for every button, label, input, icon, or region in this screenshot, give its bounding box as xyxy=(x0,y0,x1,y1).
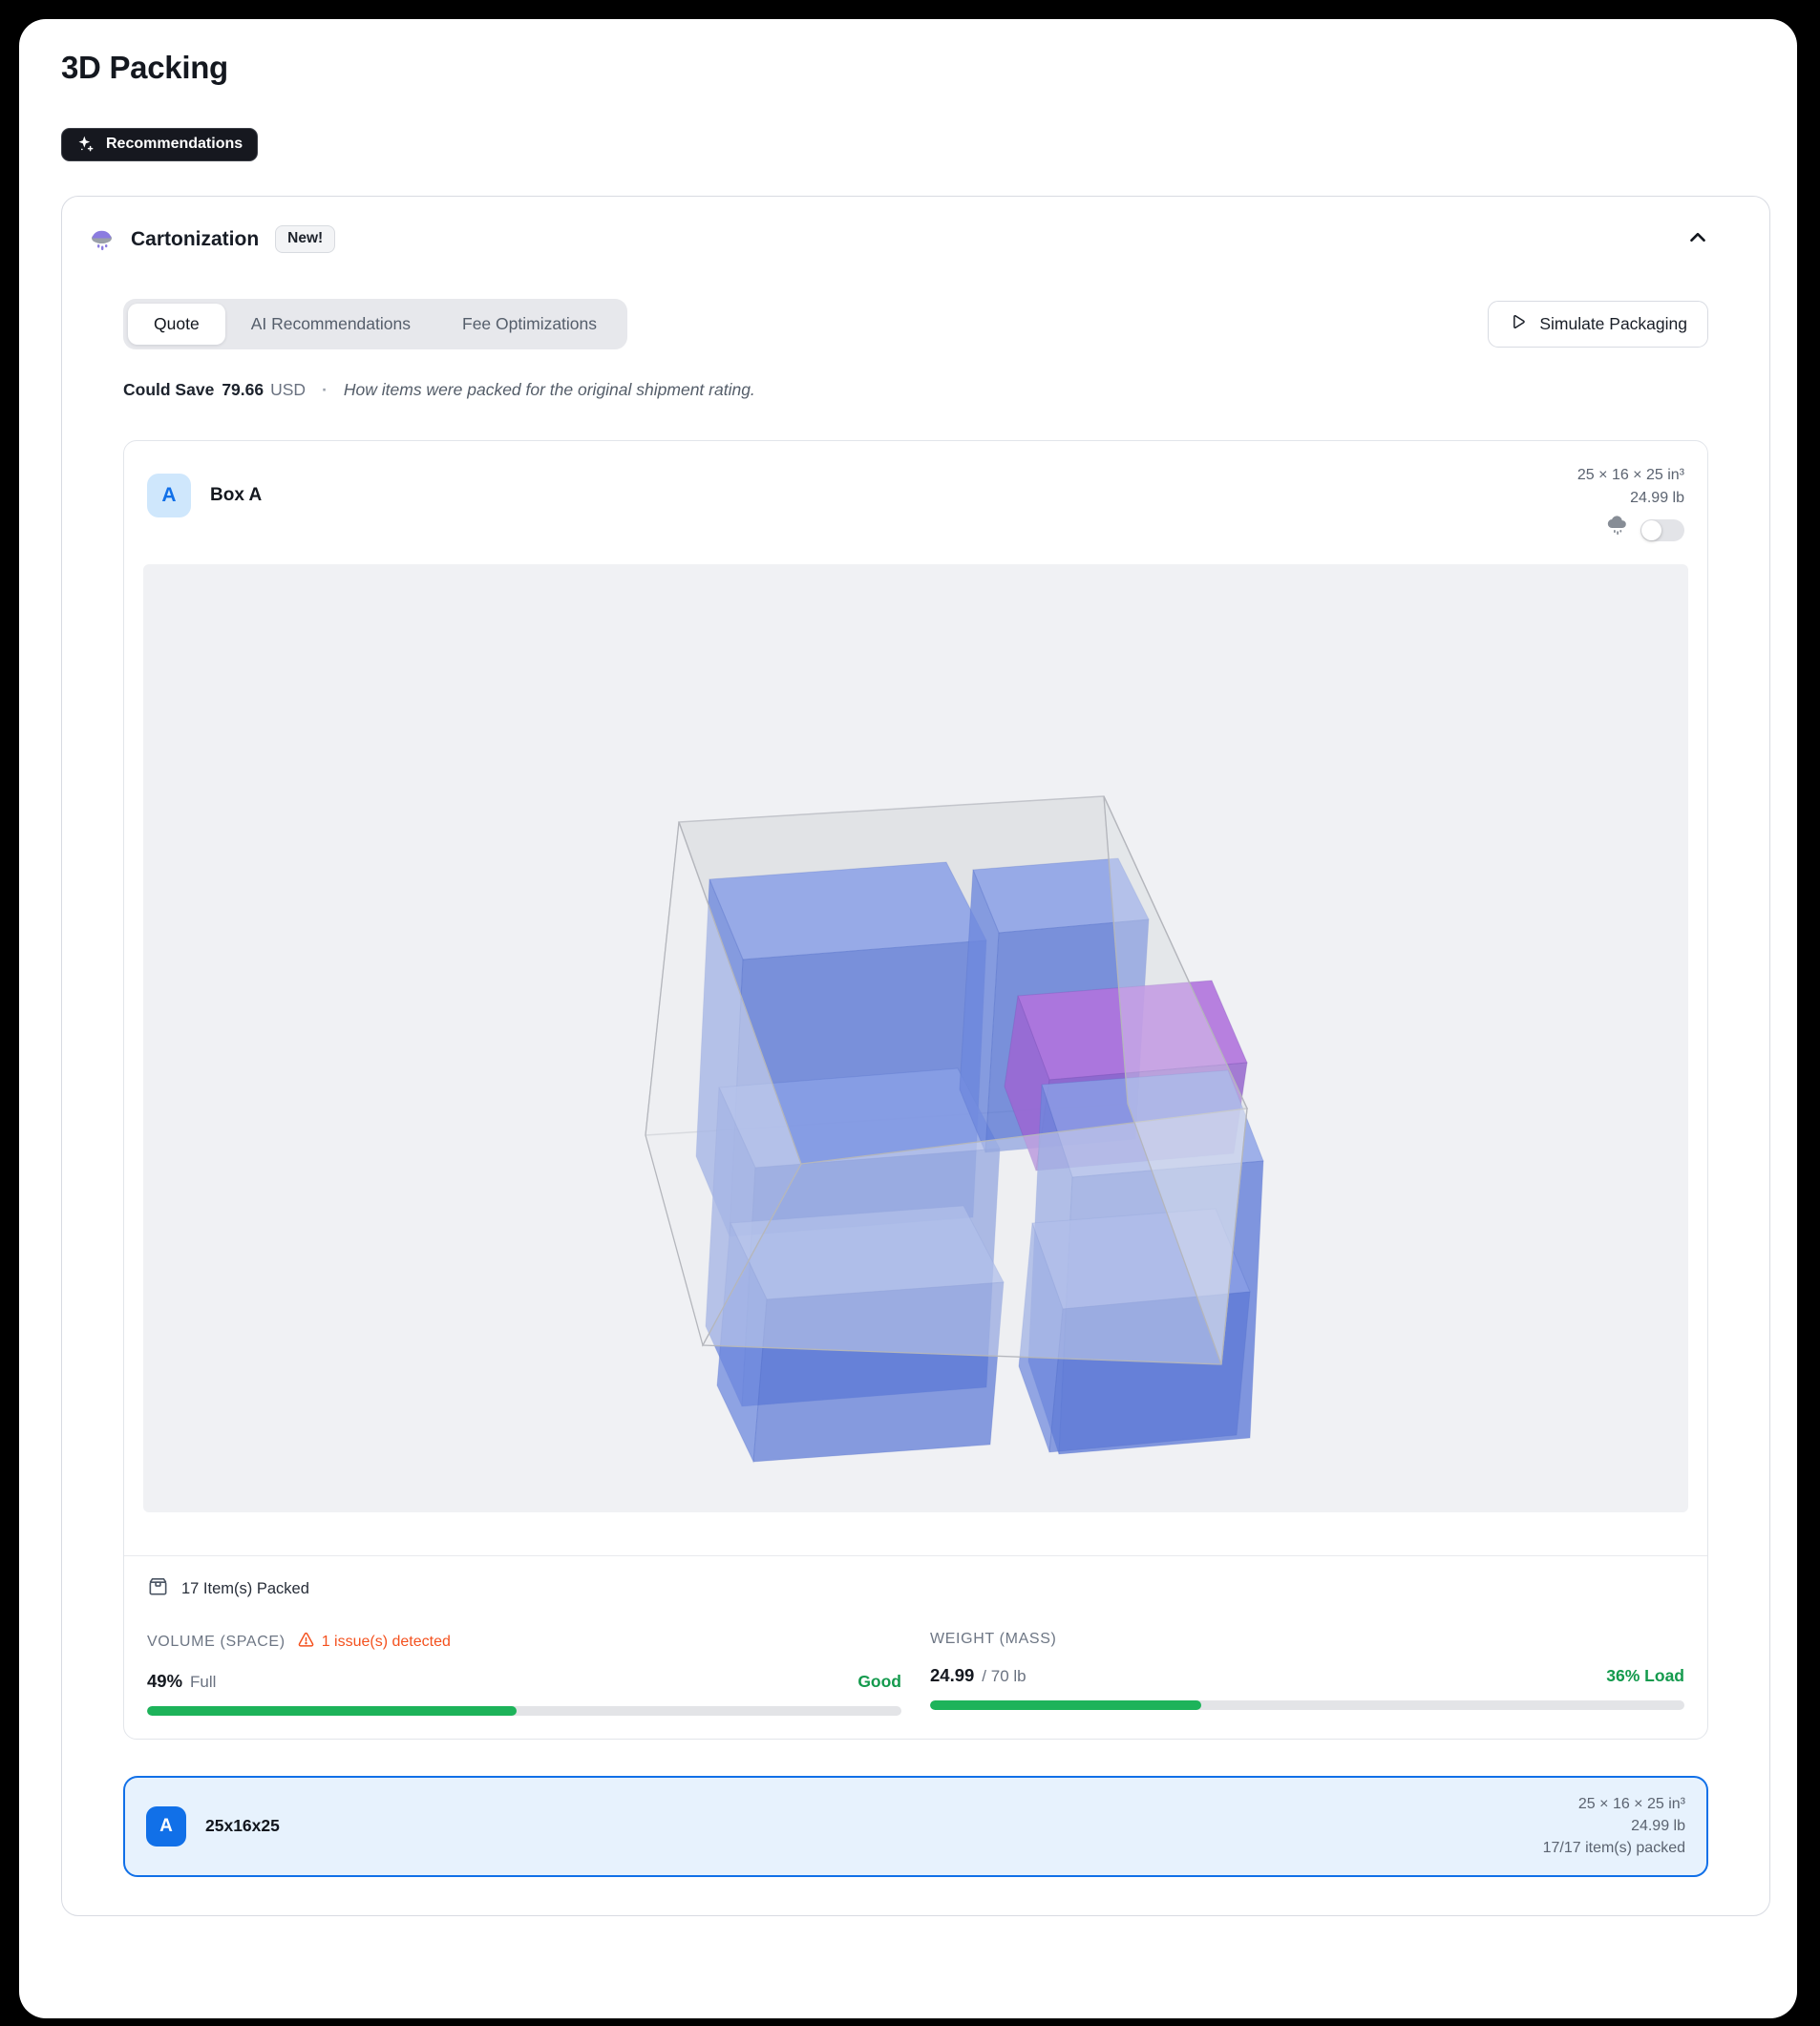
package-icon xyxy=(147,1575,169,1602)
tabs-row: QuoteAI RecommendationsFee Optimizations… xyxy=(62,299,1769,349)
sparkle-icon xyxy=(76,135,95,154)
weight-stat: WEIGHT (MASS) 24.99 / 70 lb 36% Load xyxy=(930,1631,1684,1716)
weight-label: WEIGHT (MASS) xyxy=(930,1631,1056,1648)
weight-progress-fill xyxy=(930,1700,1201,1710)
volume-suffix: Full xyxy=(190,1673,216,1692)
selected-box-avatar: A xyxy=(146,1806,186,1847)
volume-status: Good xyxy=(857,1672,901,1692)
selected-box-item[interactable]: A 25x16x25 25 × 16 × 25 in³ 24.99 lb 17/… xyxy=(123,1776,1708,1877)
box-a-name: Box A xyxy=(210,485,262,506)
items-packed-label: 17 Item(s) Packed xyxy=(181,1580,309,1598)
play-icon xyxy=(1509,312,1528,336)
volume-label: VOLUME (SPACE) xyxy=(147,1634,286,1651)
simulate-packaging-button[interactable]: Simulate Packaging xyxy=(1488,301,1708,348)
weight-value: 24.99 xyxy=(930,1665,974,1686)
volume-issue-text: 1 issue(s) detected xyxy=(322,1634,451,1651)
warning-icon xyxy=(297,1631,315,1654)
weight-load: 36% Load xyxy=(1606,1666,1684,1686)
collapse-button[interactable] xyxy=(1682,222,1714,257)
packing-3d-viewport[interactable] xyxy=(143,564,1688,1512)
volume-stat: VOLUME (SPACE) 1 issue(s) detected 49% F… xyxy=(147,1631,901,1716)
savings-amount: 79.66 xyxy=(222,380,264,400)
savings-line: Could Save 79.66 USD · How items were pa… xyxy=(62,380,1769,400)
selected-box-weight: 24.99 lb xyxy=(1543,1815,1685,1837)
box-a-meta: 25 × 16 × 25 in³ 24.99 lb xyxy=(1577,464,1684,545)
savings-description: How items were packed for the original s… xyxy=(344,380,755,400)
selected-box-packed: 17/17 item(s) packed xyxy=(1543,1837,1685,1859)
savings-prefix: Could Save xyxy=(123,380,214,400)
tab-quote[interactable]: Quote xyxy=(128,304,225,345)
cartonization-cloud-icon xyxy=(88,225,116,254)
tab-fee-optimizations[interactable]: Fee Optimizations xyxy=(436,304,623,345)
selected-box-name: 25x16x25 xyxy=(205,1816,280,1836)
cloud-rain-icon xyxy=(1606,515,1629,545)
weight-progress-track xyxy=(930,1700,1684,1710)
cartonization-card: Cartonization New! QuoteAI Recommendatio… xyxy=(61,196,1770,1916)
chevron-up-icon xyxy=(1685,239,1710,253)
box-a-header: A Box A 25 × 16 × 25 in³ 24.99 lb xyxy=(124,441,1707,557)
volume-issue: 1 issue(s) detected xyxy=(297,1631,451,1654)
savings-currency: USD xyxy=(270,380,306,400)
new-badge: New! xyxy=(275,225,335,253)
box-a-avatar: A xyxy=(147,474,191,517)
box-a-weight: 24.99 lb xyxy=(1577,487,1684,510)
recommendations-label: Recommendations xyxy=(106,136,243,153)
recommendations-button[interactable]: Recommendations xyxy=(61,128,258,161)
box-a-card: A Box A 25 × 16 × 25 in³ 24.99 lb xyxy=(123,440,1708,1740)
packing-3d-scene xyxy=(143,564,1688,1512)
cartonization-header: Cartonization New! xyxy=(62,222,1769,257)
box-a-dimensions: 25 × 16 × 25 in³ xyxy=(1577,464,1684,487)
tab-group: QuoteAI RecommendationsFee Optimizations xyxy=(123,299,627,349)
box-a-toggle[interactable] xyxy=(1640,519,1684,541)
selected-box-meta: 25 × 16 × 25 in³ 24.99 lb 17/17 item(s) … xyxy=(1543,1793,1685,1860)
card-title: Cartonization xyxy=(131,228,259,251)
page-title: 3D Packing xyxy=(61,50,1797,86)
volume-progress-track xyxy=(147,1706,901,1716)
selected-box-dimensions: 25 × 16 × 25 in³ xyxy=(1543,1793,1685,1815)
volume-percent: 49% xyxy=(147,1671,182,1692)
volume-progress-fill xyxy=(147,1706,517,1716)
tab-ai-recommendations[interactable]: AI Recommendations xyxy=(225,304,436,345)
weight-max: / 70 lb xyxy=(982,1667,1026,1686)
savings-separator: · xyxy=(322,380,328,400)
packing-stats: 17 Item(s) Packed VOLUME (SPACE) 1 issue… xyxy=(124,1555,1707,1739)
page: 3D Packing Recommendations Cartonization… xyxy=(19,19,1797,2018)
simulate-packaging-label: Simulate Packaging xyxy=(1539,314,1687,334)
